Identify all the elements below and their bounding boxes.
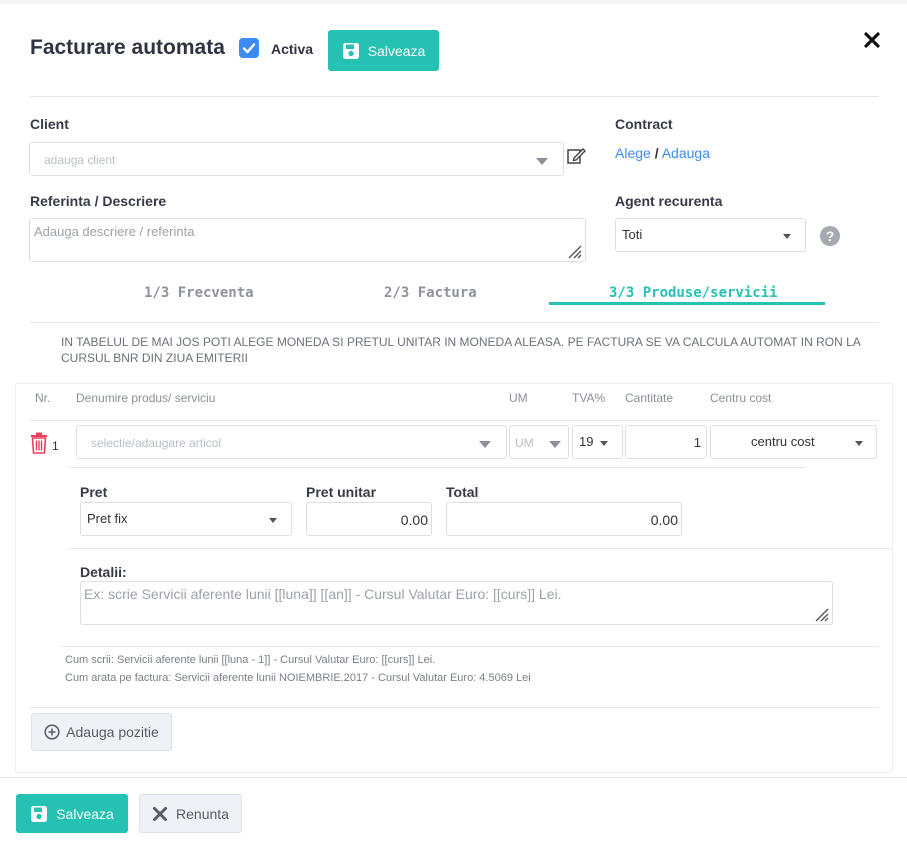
reference-label: Referinta / Descriere	[30, 193, 167, 209]
cancel-label: Renunta	[176, 805, 229, 822]
pricing-divider	[68, 548, 891, 549]
header-um: UM	[509, 391, 528, 405]
client-select[interactable]: adauga client	[29, 142, 564, 176]
info-text: IN TABELUL DE MAI JOS POTI ALEGE MONEDA …	[61, 335, 861, 365]
chevron-down-icon	[479, 441, 491, 448]
reference-textarea[interactable]: Adauga descriere / referinta	[29, 218, 586, 262]
price-type-value: Pret fix	[87, 511, 128, 526]
cost-center-select[interactable]: centru cost	[710, 425, 877, 459]
close-icon[interactable]	[862, 30, 882, 50]
contract-choose-link[interactable]: Alege	[615, 145, 651, 161]
resize-handle-icon[interactable]	[813, 606, 829, 622]
total-value: 0.00	[650, 512, 678, 528]
details-label: Detalii:	[80, 564, 127, 580]
chevron-down-icon	[600, 441, 608, 446]
tva-select[interactable]: 19	[572, 425, 623, 459]
total-input[interactable]: 0.00	[446, 502, 682, 536]
row-divider	[68, 467, 806, 468]
cost-center-value: centru cost	[751, 434, 815, 449]
modal-title: Facturare automata	[30, 36, 225, 59]
unit-price-input[interactable]: 0.00	[306, 502, 432, 536]
floppy-disk-icon	[342, 42, 359, 59]
um-select[interactable]: UM	[509, 425, 569, 459]
table-header-divider	[30, 420, 879, 421]
price-type-label: Pret	[80, 484, 108, 500]
active-checkbox[interactable]	[239, 38, 259, 58]
close-icon	[153, 806, 168, 821]
save-button-footer[interactable]: Salveaza	[16, 794, 128, 833]
header-quantity: Cantitate	[625, 391, 674, 405]
check-icon	[242, 43, 256, 54]
unit-price-label: Pret unitar	[306, 484, 377, 500]
tab-frecventa[interactable]: 1/3 Frecventa	[144, 285, 254, 301]
chevron-down-icon	[783, 234, 791, 239]
header-nr: Nr.	[35, 391, 51, 405]
header-product: Denumire produs/ serviciu	[76, 391, 216, 405]
tva-value: 19	[579, 434, 594, 449]
tab-produse-servicii[interactable]: 3/3 Produse/servicii	[609, 285, 778, 301]
unit-price-value: 0.00	[400, 512, 428, 528]
active-label: Activa	[271, 41, 314, 57]
header-cost-center: Centru cost	[710, 391, 772, 405]
chevron-down-icon	[855, 441, 863, 446]
contract-links: Alege / Adauga	[615, 145, 710, 161]
edit-icon[interactable]	[566, 146, 586, 166]
chevron-down-icon	[269, 518, 277, 523]
tabs-divider	[30, 322, 879, 323]
plus-circle-icon	[44, 724, 60, 740]
agent-label: Agent recurenta	[615, 193, 723, 209]
save-button-top[interactable]: Salveaza	[328, 30, 439, 71]
product-placeholder: selectie/adaugare articol	[91, 436, 222, 450]
header-tva: TVA%	[572, 391, 606, 405]
quantity-input[interactable]: 1	[625, 425, 707, 459]
row-number: 1	[52, 439, 59, 453]
details-divider	[60, 646, 879, 647]
header-divider	[30, 96, 879, 97]
reference-placeholder: Adauga descriere / referinta	[34, 224, 195, 239]
contract-label: Contract	[615, 116, 673, 132]
contract-add-link[interactable]: Adauga	[662, 145, 710, 161]
agent-select[interactable]: Toti	[615, 218, 806, 252]
chevron-down-icon	[549, 441, 561, 448]
product-select[interactable]: selectie/adaugare articol	[76, 425, 507, 459]
add-position-button[interactable]: Adauga pozitie	[31, 713, 172, 751]
details-placeholder: Ex: scrie Servicii aferente lunii [[luna…	[84, 586, 562, 602]
save-button-label: Salveaza	[367, 42, 426, 59]
floppy-disk-icon	[31, 805, 48, 822]
add-position-label: Adauga pozitie	[66, 724, 159, 740]
total-label: Total	[446, 484, 479, 500]
client-placeholder: adauga client	[44, 153, 116, 167]
help-text-write: Cum scrii: Servicii aferente lunii [[lun…	[65, 654, 436, 666]
tab-factura[interactable]: 2/3 Factura	[384, 285, 477, 301]
agent-value: Toti	[622, 227, 643, 242]
chevron-down-icon	[536, 158, 548, 165]
help-text-preview: Cum arata pe factura: Servicii aferente …	[65, 672, 531, 684]
help-icon[interactable]: ?	[820, 226, 840, 246]
cancel-button[interactable]: Renunta	[139, 794, 242, 833]
quantity-value: 1	[693, 435, 701, 450]
top-border	[0, 0, 907, 4]
client-label: Client	[30, 116, 69, 132]
contract-separator: /	[654, 145, 659, 161]
help-divider	[30, 707, 879, 708]
active-tab-underline	[549, 302, 825, 305]
save-footer-label: Salveaza	[56, 805, 114, 822]
resize-handle-icon[interactable]	[566, 243, 582, 259]
trash-icon[interactable]	[30, 432, 48, 454]
um-placeholder: UM	[515, 436, 534, 450]
footer-divider	[0, 777, 907, 778]
price-type-select[interactable]: Pret fix	[80, 502, 292, 536]
details-textarea[interactable]: Ex: scrie Servicii aferente lunii [[luna…	[80, 581, 833, 625]
